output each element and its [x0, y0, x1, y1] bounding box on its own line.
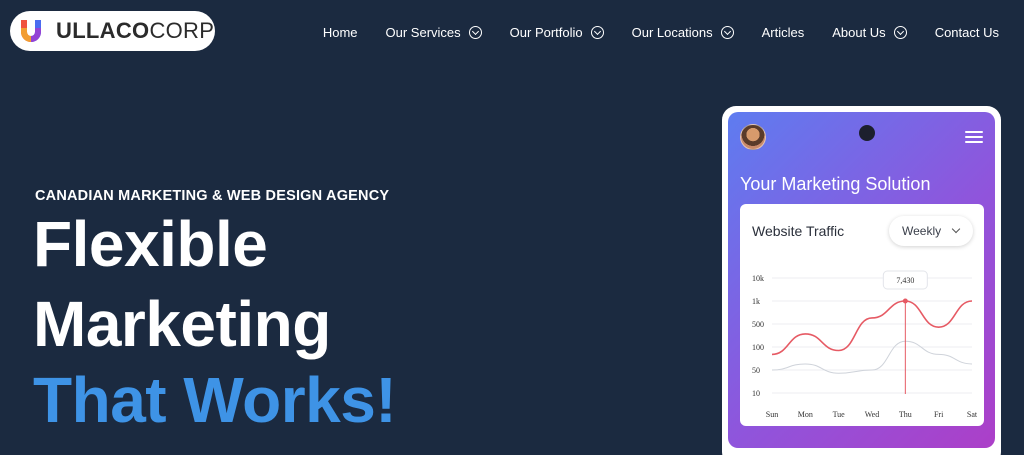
x-tick-label: Sun: [766, 410, 778, 419]
traffic-chart: 10k 1k 500 100 50 10 Sun Mon Tue Wed Thu Fri Sat 7,43…: [752, 270, 978, 419]
x-tick-label: Fri: [934, 410, 944, 419]
y-tick-label: 1k: [752, 297, 760, 306]
x-tick-label: Tue: [833, 410, 846, 419]
nav-our-portfolio[interactable]: Our Portfolio: [510, 22, 604, 42]
phone-title: Your Marketing Solution: [740, 174, 931, 194]
x-tick-label: Sat: [967, 410, 978, 419]
traffic-card: Website Traffic Weekly 10k 1k 500 100 50 10 Su…: [740, 204, 984, 426]
phone-screen: Your Marketing Solution Website Traffic …: [728, 112, 995, 448]
hero-headline-line3: That Works!: [33, 364, 397, 436]
period-select-value: Weekly: [902, 224, 942, 238]
nav-our-services[interactable]: Our Services: [386, 22, 482, 42]
hamburger-menu-icon[interactable]: [965, 131, 983, 143]
x-tick-label: Wed: [865, 410, 879, 419]
hero-eyebrow: CANADIAN MARKETING & WEB DESIGN AGENCY: [35, 188, 390, 204]
main-nav: Home Our Services Our Portfolio Our Loca…: [295, 22, 999, 42]
y-tick-label: 100: [752, 343, 764, 352]
x-tick-label: Thu: [899, 410, 912, 419]
nav-our-locations[interactable]: Our Locations: [632, 22, 734, 42]
x-tick-label: Mon: [798, 410, 813, 419]
y-tick-label: 500: [752, 320, 764, 329]
chevron-down-icon: [590, 25, 604, 39]
y-tick-label: 50: [752, 366, 760, 375]
chevron-down-icon: [468, 25, 482, 39]
y-tick-label: 10: [752, 389, 760, 398]
brand-name: ULLACOCORP: [56, 18, 215, 43]
chevron-down-icon: [893, 25, 907, 39]
phone-mockup: Your Marketing Solution Website Traffic …: [722, 106, 1001, 455]
traffic-card-title: Website Traffic: [752, 223, 845, 239]
hero-headline-line2: Marketing: [33, 288, 331, 360]
nav-articles[interactable]: Articles: [762, 22, 805, 42]
chevron-down-icon: [951, 224, 961, 234]
series-line: [771, 340, 973, 374]
series-line: [771, 300, 973, 356]
annotation-point: [902, 298, 908, 304]
nav-home[interactable]: Home: [323, 22, 358, 42]
hero-headline-line1: Flexible: [33, 208, 268, 280]
logo-mark-icon: [16, 16, 46, 46]
tooltip-label: 7,430: [896, 276, 914, 285]
camera-notch: [859, 125, 875, 141]
brand-logo[interactable]: ULLACOCORP: [10, 11, 215, 51]
y-tick-label: 10k: [752, 274, 764, 283]
period-select[interactable]: Weekly: [889, 216, 973, 246]
nav-contact-us[interactable]: Contact Us: [935, 22, 999, 42]
nav-about-us[interactable]: About Us: [832, 22, 907, 42]
chevron-down-icon: [720, 25, 734, 39]
avatar: [740, 124, 766, 150]
